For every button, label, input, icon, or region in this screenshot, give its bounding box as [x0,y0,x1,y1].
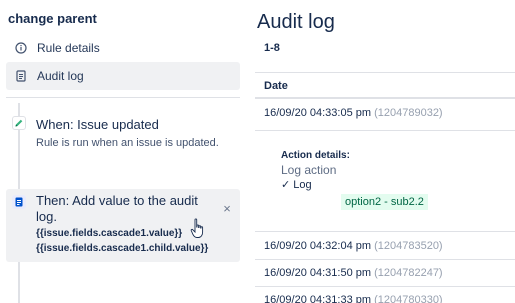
header-divider [255,97,515,99]
audit-entry-2[interactable]: 16/09/20 04:32:04 pm (1204783520) [264,240,443,252]
action-details-name: Log action [281,163,337,177]
page-title: Audit log [257,11,335,33]
result-range: 1-8 [264,42,280,54]
row-divider [255,231,515,232]
document-icon [11,70,31,82]
rule-sidebar: change parent Rule details Audit log Whe… [0,0,247,303]
entry-date: 16/09/20 04:31:50 pm [264,267,372,279]
trigger-subtitle: Rule is run when an issue is updated. [36,137,219,149]
sidebar-divider [6,97,240,98]
action-details: Action details: Log action ✓ Log option2… [281,150,501,210]
hand-pointer-cursor-icon [190,218,204,238]
entry-id: (1204783520) [374,240,443,252]
row-divider [255,286,515,287]
audit-log-panel: Audit log 1-8 Date 16/09/20 04:33:05 pm … [255,0,515,303]
entry-date: 16/09/20 04:32:04 pm [264,240,372,252]
audit-entry-1[interactable]: 16/09/20 04:33:05 pm (1204789032) [264,107,443,119]
trigger-title: When: Issue updated [36,117,159,132]
info-icon [11,42,31,54]
pencil-icon [12,116,26,130]
remove-action-button[interactable]: × [220,201,234,216]
nav-audit-log-label: Audit log [37,69,84,83]
entry-date: 16/09/20 04:33:05 pm [264,107,372,119]
table-top-divider [255,72,515,73]
entry-id: (1204782247) [374,267,443,279]
entry-id: (1204789032) [374,107,443,119]
action-smart-value-1: {{issue.fields.cascade1.value}} [36,228,183,239]
trigger-component[interactable]: When: Issue updated Rule is run when an … [6,110,240,158]
entry-date: 16/09/20 04:31:33 pm [264,294,372,303]
check-icon: ✓ [281,179,291,191]
action-title: Then: Add value to the audit log. [36,193,198,224]
rule-name: change parent [8,11,97,26]
entry-id: (1204780330) [374,294,443,303]
row-divider [255,259,515,260]
log-label: Log [293,179,312,191]
audit-document-icon [12,195,26,209]
log-value: option2 - sub2.2 [341,194,428,210]
audit-entry-3[interactable]: 16/09/20 04:31:50 pm (1204782247) [264,267,443,279]
audit-entry-4[interactable]: 16/09/20 04:31:33 pm (1204780330) [264,294,443,303]
column-header-date[interactable]: Date [264,80,288,92]
action-details-log: ✓ Log [281,178,501,191]
nav-audit-log[interactable]: Audit log [6,62,240,90]
action-smart-value-2: {{issue.fields.cascade1.child.value}} [36,243,209,254]
action-details-title: Action details: [281,150,350,161]
row-divider [255,130,515,131]
nav-rule-details[interactable]: Rule details [6,34,240,62]
nav-rule-details-label: Rule details [37,41,100,55]
